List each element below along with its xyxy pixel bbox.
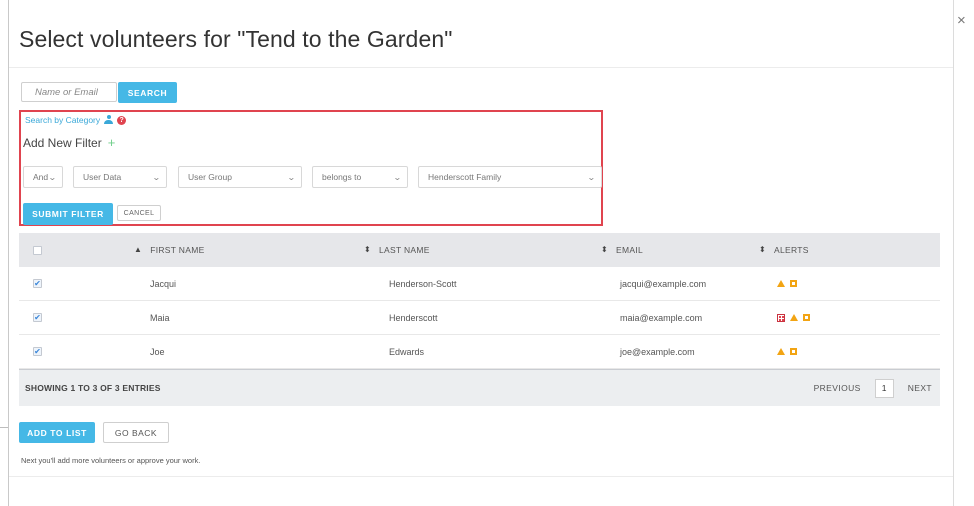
name-or-email-input[interactable] bbox=[21, 82, 117, 102]
row-checkbox[interactable]: ✔ bbox=[33, 279, 42, 288]
calendar-icon[interactable] bbox=[777, 313, 785, 322]
flag-square-icon[interactable] bbox=[790, 280, 797, 287]
footer-divider bbox=[9, 476, 953, 477]
group-value-select[interactable]: Henderscott Family ⌄ bbox=[418, 166, 602, 188]
search-button[interactable]: SEARCH bbox=[118, 82, 177, 103]
first-name-cell: Jacqui bbox=[150, 278, 177, 289]
select-all-cell[interactable] bbox=[33, 233, 42, 267]
help-icon[interactable]: ? bbox=[117, 115, 127, 125]
table-row[interactable]: ✔ Joe Edwards joe@example.com bbox=[19, 335, 940, 369]
email-cell: maia@example.com bbox=[620, 312, 703, 323]
sort-ascending-icon[interactable]: ▲ bbox=[134, 246, 142, 254]
field-type-select[interactable]: User Data ⌄ bbox=[73, 166, 167, 188]
search-by-category-label[interactable]: Search by Category bbox=[25, 115, 100, 125]
filter-panel: Search by Category ? Add New Filter + An… bbox=[19, 110, 603, 226]
column-header-first-name[interactable]: ▲ FIRST NAME bbox=[134, 233, 205, 267]
select-all-checkbox[interactable] bbox=[33, 245, 42, 255]
chevron-down-icon: ⌄ bbox=[152, 172, 162, 182]
warning-triangle-icon[interactable] bbox=[777, 280, 785, 287]
modal-title: Select volunteers for "Tend to the Garde… bbox=[19, 26, 453, 52]
next-step-note: Next you'll add more volunteers or appro… bbox=[21, 456, 201, 465]
table-row[interactable]: ✔ Jacqui Henderson-Scott jacqui@example.… bbox=[19, 267, 940, 301]
alerts-cell bbox=[777, 267, 797, 300]
last-name-header-label: LAST NAME bbox=[379, 245, 430, 255]
page-1-button[interactable]: 1 bbox=[874, 378, 894, 398]
first-name-header-label: FIRST NAME bbox=[150, 245, 205, 255]
row-checkbox[interactable]: ✔ bbox=[33, 313, 42, 322]
alerts-cell bbox=[777, 301, 810, 334]
row-select-cell[interactable]: ✔ bbox=[33, 335, 42, 368]
search-by-category-link[interactable]: Search by Category ? bbox=[25, 115, 127, 125]
last-name-cell: Henderscott bbox=[389, 312, 438, 323]
logic-operator-value: And bbox=[33, 172, 49, 182]
sort-icon[interactable]: ⬍ bbox=[601, 246, 608, 254]
table-header: ▲ FIRST NAME ⬍ LAST NAME ⬍ EMAIL ⬍ ALERT… bbox=[19, 233, 940, 267]
entries-count: SHOWING 1 TO 3 OF 3 ENTRIES bbox=[25, 383, 161, 393]
warning-triangle-icon[interactable] bbox=[777, 348, 785, 355]
row-checkbox[interactable]: ✔ bbox=[33, 347, 42, 356]
first-name-cell: Joe bbox=[150, 346, 165, 357]
flag-square-icon[interactable] bbox=[790, 348, 797, 355]
email-cell: jacqui@example.com bbox=[620, 278, 707, 289]
previous-page-button[interactable]: PREVIOUS bbox=[814, 383, 861, 393]
chevron-down-icon: ⌄ bbox=[393, 172, 403, 182]
left-edge-line bbox=[0, 427, 8, 428]
column-header-email[interactable]: ⬍ EMAIL bbox=[601, 233, 643, 267]
field-value: User Group bbox=[188, 172, 232, 182]
column-header-last-name[interactable]: ⬍ LAST NAME bbox=[364, 233, 430, 267]
logic-operator-select[interactable]: And ⌄ bbox=[23, 166, 63, 188]
sort-icon[interactable]: ⬍ bbox=[759, 246, 766, 254]
chevron-down-icon: ⌄ bbox=[587, 172, 597, 182]
field-select[interactable]: User Group ⌄ bbox=[178, 166, 302, 188]
go-back-button[interactable]: GO BACK bbox=[103, 422, 169, 443]
first-name-cell: Maia bbox=[150, 312, 170, 323]
close-icon[interactable]: × bbox=[957, 13, 966, 28]
flag-square-icon[interactable] bbox=[803, 314, 810, 321]
email-header-label: EMAIL bbox=[616, 245, 644, 255]
alerts-header-label: ALERTS bbox=[774, 245, 809, 255]
column-header-alerts[interactable]: ⬍ ALERTS bbox=[759, 233, 809, 267]
last-name-cell: Edwards bbox=[389, 346, 425, 357]
last-name-cell: Henderson-Scott bbox=[389, 278, 457, 289]
sort-icon[interactable]: ⬍ bbox=[364, 246, 371, 254]
email-cell: joe@example.com bbox=[620, 346, 695, 357]
alerts-cell bbox=[777, 335, 797, 368]
plus-icon[interactable]: + bbox=[108, 136, 116, 149]
user-icon[interactable] bbox=[104, 115, 114, 125]
operator-value: belongs to bbox=[322, 172, 362, 182]
field-type-value: User Data bbox=[83, 172, 122, 182]
group-value: Henderscott Family bbox=[428, 172, 502, 182]
operator-select[interactable]: belongs to ⌄ bbox=[312, 166, 408, 188]
table-row[interactable]: ✔ Maia Henderscott maia@example.com bbox=[19, 301, 940, 335]
row-select-cell[interactable]: ✔ bbox=[33, 301, 42, 334]
submit-filter-button[interactable]: SUBMIT FILTER bbox=[23, 203, 113, 225]
volunteers-table: ▲ FIRST NAME ⬍ LAST NAME ⬍ EMAIL ⬍ ALERT… bbox=[19, 233, 940, 406]
next-page-button[interactable]: NEXT bbox=[908, 383, 932, 393]
add-new-filter[interactable]: Add New Filter + bbox=[23, 136, 115, 150]
pagination: PREVIOUS 1 NEXT bbox=[814, 370, 932, 406]
select-volunteers-modal: Select volunteers for "Tend to the Garde… bbox=[8, 0, 954, 506]
table-footer: SHOWING 1 TO 3 OF 3 ENTRIES PREVIOUS 1 N… bbox=[19, 369, 940, 406]
chevron-down-icon: ⌄ bbox=[48, 172, 58, 182]
row-select-cell[interactable]: ✔ bbox=[33, 267, 42, 300]
warning-triangle-icon[interactable] bbox=[790, 314, 798, 321]
add-new-filter-label[interactable]: Add New Filter bbox=[23, 136, 102, 150]
add-to-list-button[interactable]: ADD TO LIST bbox=[19, 422, 95, 443]
title-divider bbox=[9, 67, 953, 68]
chevron-down-icon: ⌄ bbox=[287, 172, 297, 182]
cancel-filter-button[interactable]: CANCEL bbox=[117, 205, 161, 221]
